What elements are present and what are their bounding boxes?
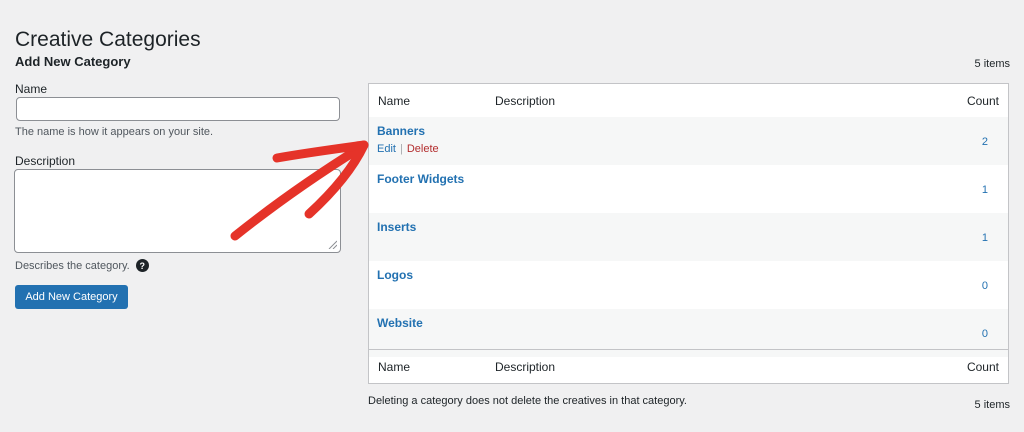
description-help: Describes the category. ? bbox=[15, 259, 149, 272]
table-row: Footer Widgets 1 bbox=[369, 165, 1008, 213]
name-label: Name bbox=[15, 82, 48, 96]
table-row: Inserts 1 bbox=[369, 213, 1008, 261]
table-footnote: Deleting a category does not delete the … bbox=[368, 395, 687, 407]
column-name-header[interactable]: Name bbox=[378, 94, 410, 108]
action-separator: | bbox=[399, 143, 403, 155]
table-row: Banners Edit | Delete 2 bbox=[369, 117, 1008, 165]
items-count-bottom: 5 items bbox=[974, 399, 1010, 411]
add-new-category-button[interactable]: Add New Category bbox=[15, 285, 128, 309]
category-count-link[interactable]: 0 bbox=[982, 280, 988, 292]
table-footer: Name Description Count bbox=[369, 349, 1008, 383]
column-description-footer[interactable]: Description bbox=[495, 360, 555, 374]
category-count-link[interactable]: 0 bbox=[982, 328, 988, 340]
edit-link[interactable]: Edit bbox=[377, 143, 396, 155]
category-name-link[interactable]: Inserts bbox=[377, 220, 416, 234]
column-description-header[interactable]: Description bbox=[495, 94, 555, 108]
page-title: Creative Categories bbox=[15, 28, 201, 52]
items-count-top: 5 items bbox=[974, 58, 1010, 70]
category-name-link[interactable]: Footer Widgets bbox=[377, 172, 464, 186]
category-count-link[interactable]: 1 bbox=[982, 232, 988, 244]
row-actions: Edit | Delete bbox=[377, 143, 439, 155]
category-name-link[interactable]: Banners bbox=[377, 124, 425, 138]
table-row: Logos 0 bbox=[369, 261, 1008, 309]
description-label: Description bbox=[15, 154, 76, 168]
column-name-footer[interactable]: Name bbox=[378, 360, 410, 374]
categories-table: Name Description Count Banners Edit | Dele… bbox=[368, 83, 1009, 384]
category-count-link[interactable]: 1 bbox=[982, 184, 988, 196]
add-category-heading: Add New Category bbox=[15, 54, 131, 69]
delete-link[interactable]: Delete bbox=[407, 143, 439, 155]
category-name-link[interactable]: Logos bbox=[377, 268, 413, 282]
category-name-link[interactable]: Website bbox=[377, 316, 423, 330]
column-count-header[interactable]: Count bbox=[967, 94, 999, 108]
name-input[interactable] bbox=[16, 97, 340, 121]
column-count-footer[interactable]: Count bbox=[967, 360, 999, 374]
description-help-text: Describes the category. bbox=[15, 259, 130, 272]
help-question-icon[interactable]: ? bbox=[135, 259, 149, 272]
category-count-link[interactable]: 2 bbox=[982, 136, 988, 148]
name-help-text: The name is how it appears on your site. bbox=[15, 126, 214, 138]
annotation-arrow-icon bbox=[230, 140, 369, 241]
table-header: Name Description Count bbox=[369, 84, 1008, 118]
